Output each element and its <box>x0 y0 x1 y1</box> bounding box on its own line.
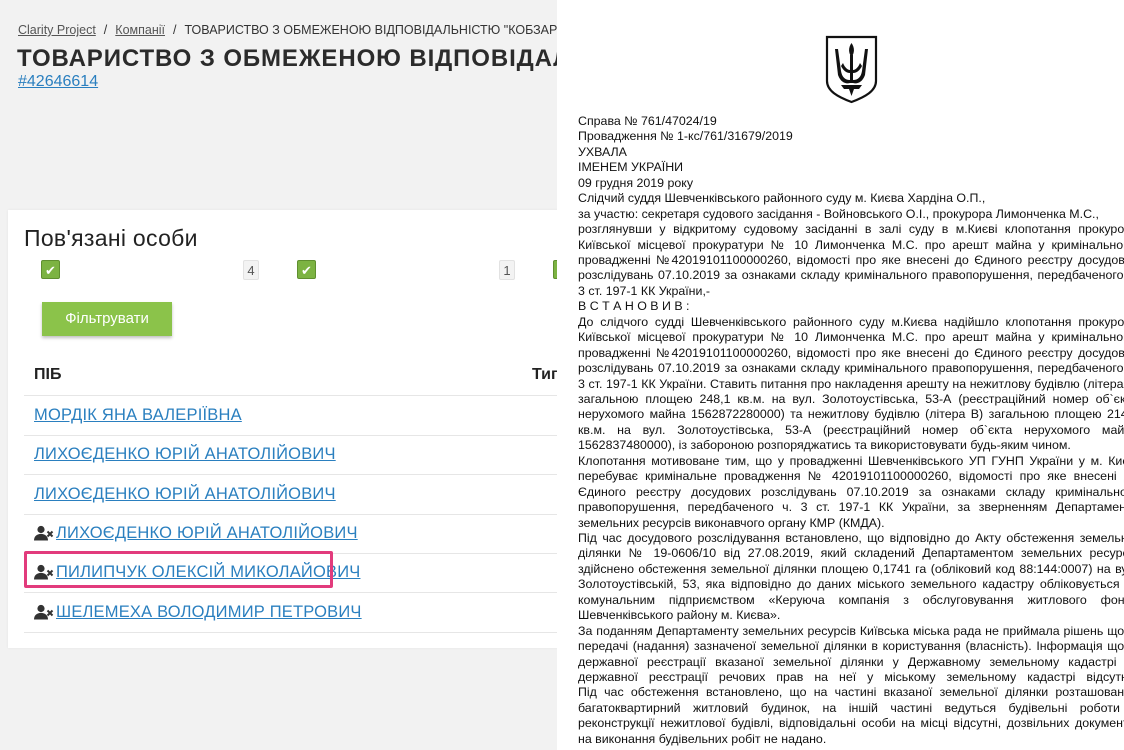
document-line: ІМЕНЕМ УКРАЇНИ <box>578 160 684 175</box>
document-line: державної реєстрації речових прав на неї… <box>578 669 1124 684</box>
related-persons-panel: Пов'язані особи ✔ 4 ✔ 1 Фільтрувати ПІБ … <box>8 210 557 648</box>
document-line: розслідувань 07.10.2019 за ознаками скла… <box>578 361 1124 376</box>
document-line: перебуває кримінальне провадження № 4201… <box>578 469 1124 484</box>
document-line: Шевченківського району м. Києва». <box>578 608 781 623</box>
document-line: багатоквартирний житловий будинок, на ін… <box>578 700 1124 715</box>
coat-of-arms-of-ukraine-icon <box>825 35 878 104</box>
company-id-link[interactable]: #42646614 <box>18 73 98 91</box>
table-row: ЛИХОЄДЕНКО ЮРІЙ АНАТОЛІЙОВИЧ <box>24 435 557 475</box>
document-line: розслідувань 07.10.2019 за ознаками скла… <box>578 268 1124 283</box>
document-line: До слідчого судді Шевченківського районн… <box>578 314 1124 329</box>
breadcrumb-current: ТОВАРИСТВО З ОБМЕЖЕНОЮ ВІДПОВІДАЛЬНІСТЮ … <box>184 23 557 37</box>
filter-checkbox-2[interactable]: ✔ <box>297 260 316 279</box>
document-line: Провадження № 1-кс/761/31679/2019 <box>578 129 793 144</box>
table-row: ЛИХОЄДЕНКО ЮРІЙ АНАТОЛІЙОВИЧ <box>24 475 557 515</box>
document-line: на виконання будівельних робіт не надано… <box>578 731 827 746</box>
filter-checkbox-1[interactable]: ✔ <box>41 260 60 279</box>
document-line: 1562837480000), із забороною розпоряджат… <box>578 438 1071 453</box>
document-line: Київської місцевої прокуратури № 10 Лимо… <box>578 330 1124 345</box>
document-line: здійснено обстеження земельної ділянки п… <box>578 561 1124 576</box>
table-row: ЛИХОЄДЕНКО ЮРІЙ АНАТОЛІЙОВИЧ <box>24 514 557 554</box>
document-line: Слідчий суддя Шевченківського районного … <box>578 191 986 206</box>
document-line: В С Т А Н О В И В : <box>578 299 690 314</box>
filter-button[interactable]: Фільтрувати <box>42 302 172 336</box>
related-persons-title: Пов'язані особи <box>24 225 198 251</box>
filter-count-2: 1 <box>499 260 515 280</box>
document-line: земельних ресурсів виконавчого органу КМ… <box>578 515 885 530</box>
document-line: реконструкції нежитлової будівлі, відпов… <box>578 716 1124 731</box>
person-link[interactable]: МОРДІК ЯНА ВАЛЕРІЇВНА <box>34 406 242 425</box>
highlight-box <box>24 551 333 588</box>
document-line: передачі (надання) зазначеної земельної … <box>578 639 1124 654</box>
document-line: правопорушення, передбаченого ч. 3 ст. 1… <box>578 500 1124 515</box>
person-remove-icon <box>34 525 54 541</box>
document-line: За поданням Департаменту земельних ресур… <box>578 623 1124 638</box>
document-line: за участю: секретаря судового засідання … <box>578 206 1099 221</box>
breadcrumb: Clarity Project / Компанії / ТОВАРИСТВО З ОБ… <box>18 23 557 37</box>
document-line: кв.м. на вул. Золотоустівська, 53-А (реє… <box>578 422 1124 437</box>
document-line: Під час досудового розслідування встанов… <box>578 530 1124 545</box>
person-link[interactable]: ШЕЛЕМЕХА ВОЛОДИМИР ПЕТРОВИЧ <box>56 603 362 622</box>
breadcrumb-separator: / <box>103 23 108 37</box>
document-line: Під час обстеження встановлено, що на ча… <box>578 685 1124 700</box>
document-text: Справа № 761/47024/19 Провадження № 1-кс/… <box>578 114 1124 747</box>
person-remove-icon <box>34 604 54 620</box>
table-row: ШЕЛЕМЕХА ВОЛОДИМИР ПЕТРОВИЧ <box>24 593 557 633</box>
filter-count-1: 4 <box>243 260 259 280</box>
court-document-panel: Справа № 761/47024/19 Провадження № 1-кс/… <box>557 0 1124 750</box>
document-line: комунальним підприємством «Керуюча компа… <box>578 592 1124 607</box>
document-line: провадженні №42019101100000260, відомост… <box>578 253 1124 268</box>
document-line: Єдиного реєстру досудових розслідувань 0… <box>578 484 1124 499</box>
document-line: 09 грудня 2019 року <box>578 175 694 190</box>
breadcrumb-home-link[interactable]: Clarity Project <box>18 23 96 37</box>
company-page: Clarity Project / Компанії / ТОВАРИСТВО З ОБ… <box>0 0 557 750</box>
person-link[interactable]: ЛИХОЄДЕНКО ЮРІЙ АНАТОЛІЙОВИЧ <box>56 524 358 543</box>
column-header-type: Тип <box>532 366 557 383</box>
table-row: МОРДІК ЯНА ВАЛЕРІЇВНА <box>24 395 557 436</box>
person-link[interactable]: ЛИХОЄДЕНКО ЮРІЙ АНАТОЛІЙОВИЧ <box>34 445 336 464</box>
document-line: Клопотання мотивоване тим, що у провадже… <box>578 453 1124 468</box>
person-link[interactable]: ЛИХОЄДЕНКО ЮРІЙ АНАТОЛІЙОВИЧ <box>34 485 336 504</box>
document-line: 3 ст. 197-1 КК України,- <box>578 283 711 298</box>
document-line: нерухомого майна 1562872280000) та нежит… <box>578 407 1124 422</box>
document-line: 3 ст. 197-1 КК України. Ставить питання … <box>578 376 1124 391</box>
breadcrumb-companies-link[interactable]: Компанії <box>115 23 165 37</box>
document-line: державної реєстрації вказаної земельної … <box>578 654 1124 669</box>
document-line: розглянувши у відкритому судовому засіда… <box>578 222 1124 237</box>
document-line: Золотоустівській, 53, яка відповідно до … <box>578 577 1124 592</box>
document-line: загальною площею 248,1 кв.м. на вул. Зол… <box>578 392 1124 407</box>
breadcrumb-separator: / <box>172 23 177 37</box>
column-header-name: ПІБ <box>34 366 62 383</box>
document-line: ділянки № 19-0606/10 від 27.08.2019, яки… <box>578 546 1124 561</box>
document-line: УХВАЛА <box>578 144 627 159</box>
document-line: Київської місцевої прокуратури № 10 Лимо… <box>578 237 1124 252</box>
document-line: провадженні №42019101100000260, відомост… <box>578 345 1124 360</box>
document-line: Справа № 761/47024/19 <box>578 114 717 128</box>
page-title: ТОВАРИСТВО З ОБМЕЖЕНОЮ ВІДПОВІДАЛЬНІСТЮ … <box>17 45 557 72</box>
